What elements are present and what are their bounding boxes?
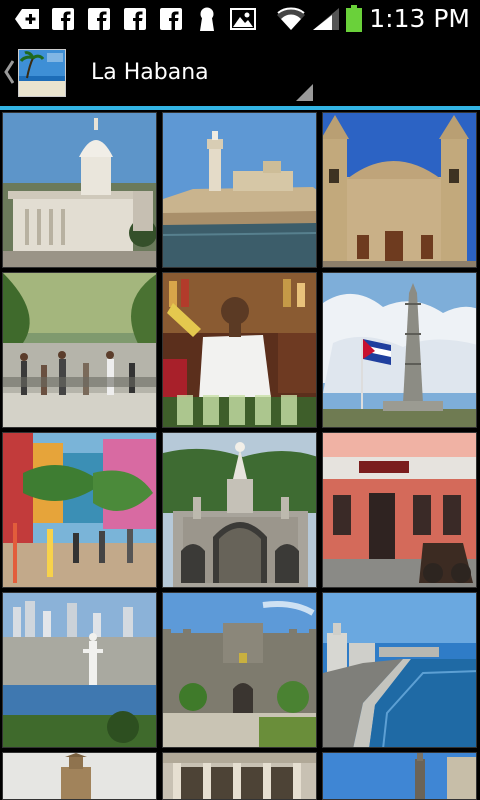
photo-grid[interactable] <box>0 110 480 800</box>
action-bar: La Habana <box>0 38 480 106</box>
facebook-icon <box>124 7 146 31</box>
photo-thumbnail-cathedral[interactable] <box>322 112 477 268</box>
page-title[interactable]: La Habana <box>91 60 209 85</box>
keyhole-icon <box>196 7 218 31</box>
photo-thumbnail-bartender-mojitos[interactable] <box>162 272 317 428</box>
facebook-icon <box>52 7 74 31</box>
photo-thumbnail-tower-sky[interactable] <box>322 752 477 800</box>
photo-thumbnail-floridita-bar[interactable] <box>322 432 477 588</box>
battery-icon <box>344 5 364 33</box>
photo-thumbnail-skyline-christ[interactable] <box>2 592 157 748</box>
chevron-left-icon[interactable] <box>4 60 15 89</box>
add-icon <box>14 7 40 31</box>
photo-thumbnail-capitolio[interactable] <box>2 112 157 268</box>
wifi-icon <box>276 7 306 31</box>
photo-thumbnail-morro-castle[interactable] <box>162 112 317 268</box>
photo-thumbnail-jose-marti-memorial[interactable] <box>322 272 477 428</box>
photo-thumbnail-prado-promenade[interactable] <box>2 272 157 428</box>
clock: 1:13 PM <box>369 4 470 33</box>
photo-thumbnail-statue-column[interactable] <box>2 752 157 800</box>
image-icon <box>230 7 256 31</box>
photo-thumbnail-malecon[interactable] <box>322 592 477 748</box>
dropdown-indicator-icon[interactable] <box>296 84 313 101</box>
photo-thumbnail-colonnade[interactable] <box>162 752 317 800</box>
app-icon[interactable] <box>18 49 66 97</box>
photo-thumbnail-callejon-de-hamel[interactable] <box>2 432 157 588</box>
photo-thumbnail-colon-cemetery-gate[interactable] <box>162 432 317 588</box>
photo-thumbnail-la-cabana-fortress[interactable] <box>162 592 317 748</box>
status-bar: 1:13 PM <box>0 0 480 38</box>
facebook-icon <box>88 7 110 31</box>
facebook-icon <box>160 7 182 31</box>
signal-icon <box>312 7 340 31</box>
